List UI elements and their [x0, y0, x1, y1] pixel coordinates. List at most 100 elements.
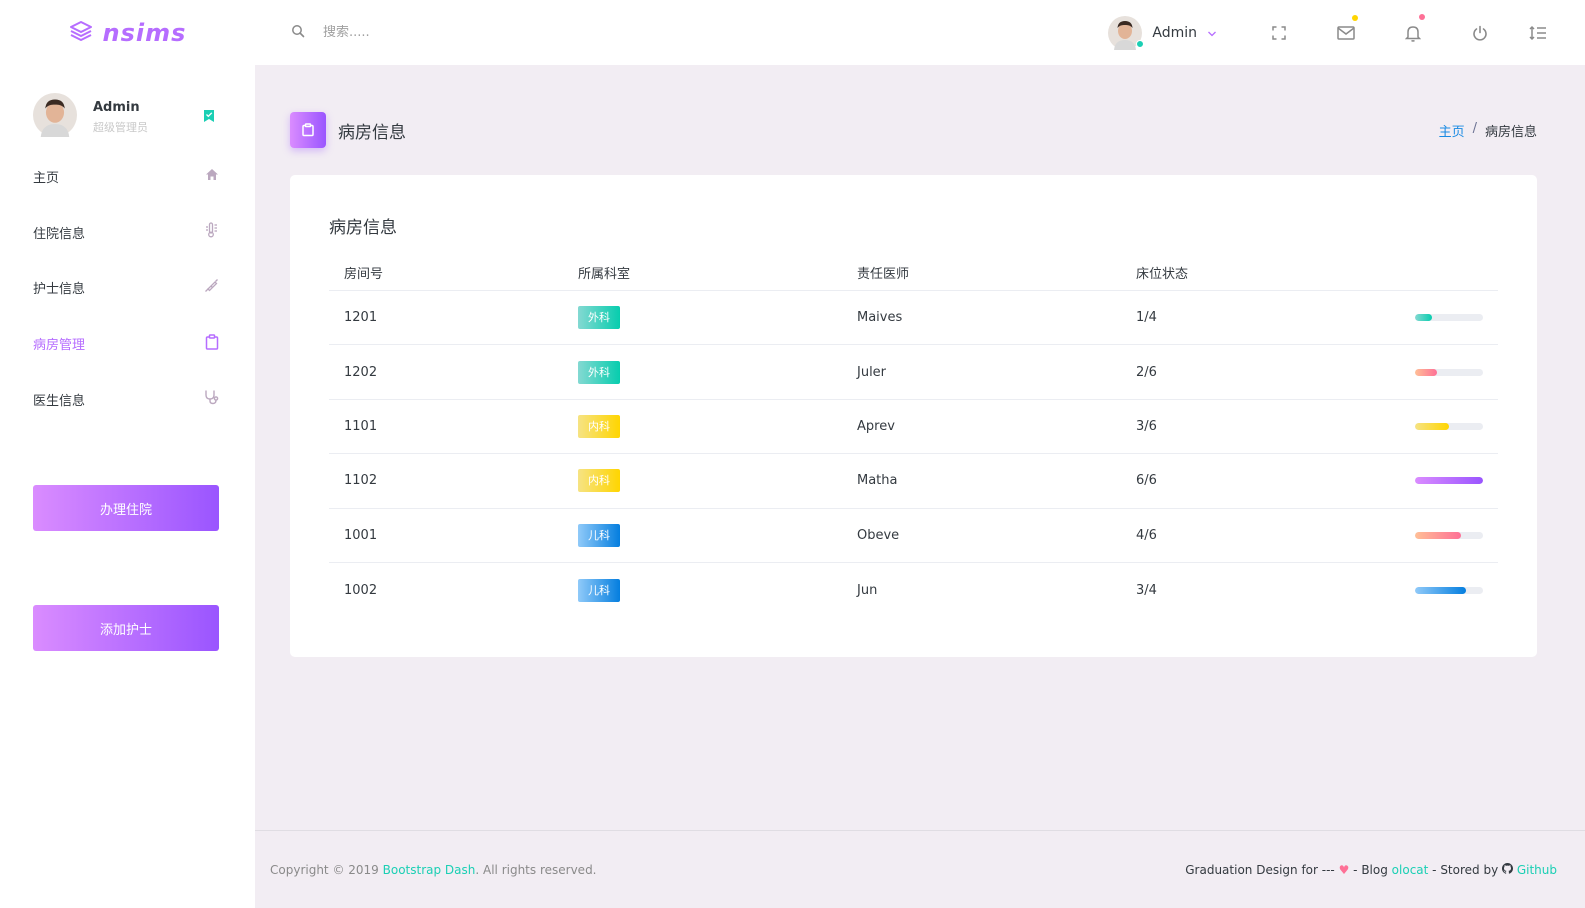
heart-icon: ♥ [1338, 862, 1350, 877]
bell-icon[interactable] [1379, 0, 1446, 65]
footer-credits: Graduation Design for --- ♥ - Blog oloca… [1185, 862, 1557, 877]
github-link[interactable]: Github [1517, 863, 1557, 877]
blog-link[interactable]: olocat [1392, 863, 1429, 877]
department-badge: 内科 [578, 414, 620, 438]
search-icon [291, 23, 305, 42]
bell-notification-dot [1419, 14, 1425, 20]
search-bar [291, 23, 991, 42]
bed-occupancy-progress [1415, 314, 1483, 322]
progress-fill [1415, 586, 1466, 594]
progress-fill [1415, 314, 1432, 322]
bootstrap-dash-link[interactable]: Bootstrap Dash [383, 863, 476, 877]
page-header: 病房信息 [290, 112, 406, 148]
mail-notification-dot [1352, 15, 1358, 21]
sidebar: Admin 超级管理员 主页 住院信息 护士信息 病房管理 医生信息 办理住院 … [0, 65, 255, 908]
progress-fill [1415, 422, 1449, 430]
page-title: 病房信息 [338, 122, 406, 143]
column-header: 床位状态 [1136, 267, 1189, 282]
brand-logo[interactable]: nsims [0, 19, 255, 47]
bookmark-check-icon [203, 108, 215, 127]
department-badge: 外科 [578, 360, 620, 384]
table-row[interactable]: 1002 儿科 Jun 3/4 [329, 563, 1498, 617]
room-number: 1002 [344, 582, 378, 598]
column-header: 所属科室 [578, 267, 631, 282]
table-row[interactable]: 1202 外科 Juler 2/6 [329, 345, 1498, 400]
chevron-down-icon [1207, 23, 1217, 42]
column-header: 房间号 [344, 267, 384, 282]
sidebar-item-wards[interactable]: 病房管理 [0, 316, 255, 372]
bed-status: 3/4 [1136, 582, 1157, 598]
doctor-name: Obeve [857, 527, 900, 543]
ward-info-card: 病房信息 房间号 所属科室 责任医师 床位状态 1201 外科 Maives 1/4 1… [290, 175, 1537, 657]
copyright-text: Copyright © 2019 [270, 862, 383, 877]
bed-occupancy-progress [1415, 368, 1483, 376]
sidebar-item-doctors[interactable]: 医生信息 [0, 371, 255, 427]
bed-occupancy-progress [1415, 477, 1483, 485]
page-clipboard-icon [290, 112, 326, 148]
bed-status: 6/6 [1136, 473, 1157, 489]
doctor-name: Aprev [857, 418, 895, 434]
breadcrumb-separator: / [1472, 121, 1477, 136]
ward-table: 房间号 所属科室 责任医师 床位状态 1201 外科 Maives 1/4 1202 外科… [329, 255, 1498, 617]
table-row[interactable]: 1001 儿科 Obeve 4/6 [329, 509, 1498, 563]
breadcrumb-home-link[interactable]: 主页 [1439, 121, 1465, 140]
sidebar-nav: 主页 住院信息 护士信息 病房管理 医生信息 [0, 149, 255, 427]
bed-occupancy-progress [1415, 422, 1483, 430]
sidebar-item-home[interactable]: 主页 [0, 149, 255, 205]
room-number: 1201 [344, 310, 378, 326]
doctor-name: Matha [857, 473, 898, 489]
table-row[interactable]: 1102 内科 Matha 6/6 [329, 454, 1498, 509]
clipboard-icon [205, 333, 219, 354]
doctor-name: Maives [857, 310, 903, 326]
add-nurse-button[interactable]: 添加护士 [33, 605, 219, 651]
rights-text: . All rights reserved. [475, 862, 597, 877]
column-header: 责任医师 [857, 267, 910, 282]
power-icon[interactable] [1446, 0, 1513, 65]
room-number: 1001 [344, 527, 378, 543]
search-input[interactable] [323, 25, 623, 40]
room-number: 1102 [344, 473, 378, 489]
bed-status: 2/6 [1136, 364, 1157, 380]
progress-fill [1415, 368, 1438, 376]
avatar [1108, 15, 1145, 50]
design-text: Graduation Design for --- [1185, 862, 1335, 877]
room-number: 1101 [344, 418, 378, 434]
stethoscope-icon [204, 389, 219, 409]
doctor-name: Juler [857, 364, 887, 380]
table-body: 1201 外科 Maives 1/4 1202 外科 Juler 2/6 1101 内科 Aprev… [329, 291, 1498, 617]
menu-toggle-icon[interactable] [1513, 0, 1563, 65]
room-number: 1202 [344, 364, 378, 380]
breadcrumb: 主页 / 病房信息 [1439, 121, 1537, 140]
mail-icon[interactable] [1312, 0, 1379, 65]
doctor-name: Jun [857, 582, 878, 598]
admit-patient-button[interactable]: 办理住院 [33, 485, 219, 531]
table-row[interactable]: 1201 外科 Maives 1/4 [329, 291, 1498, 346]
sidebar-avatar [33, 93, 77, 141]
breadcrumb-current: 病房信息 [1484, 125, 1537, 140]
sidebar-profile-name: Admin [93, 99, 140, 115]
sidebar-item-label: 病房管理 [33, 338, 86, 354]
blog-text: - Blog [1349, 862, 1392, 877]
sidebar-profile[interactable]: Admin 超级管理员 [0, 65, 255, 149]
department-badge: 儿科 [578, 523, 620, 547]
footer: Copyright © 2019 Bootstrap Dash. All rig… [255, 830, 1585, 908]
profile-name: Admin [1152, 24, 1197, 41]
department-badge: 外科 [578, 306, 620, 330]
progress-fill [1415, 531, 1461, 539]
sidebar-item-label: 护士信息 [33, 282, 86, 298]
table-row[interactable]: 1101 内科 Aprev 3/6 [329, 400, 1498, 455]
top-navbar: nsims Admin [0, 0, 1585, 65]
layers-icon [69, 20, 93, 46]
stored-text: - Stored by [1428, 862, 1502, 877]
syringe-icon [204, 278, 219, 297]
fullscreen-icon[interactable] [1245, 0, 1312, 65]
sidebar-item-label: 医生信息 [33, 393, 86, 409]
main-content: 病房信息 主页 / 病房信息 病房信息 房间号 所属科室 责任医师 床位状态 1… [255, 65, 1585, 908]
bed-occupancy-progress [1415, 531, 1483, 539]
sidebar-item-label: 住院信息 [33, 226, 86, 242]
department-badge: 内科 [578, 469, 620, 493]
sidebar-item-inpatient[interactable]: 住院信息 [0, 205, 255, 261]
department-badge: 儿科 [578, 578, 620, 602]
sidebar-item-nurses[interactable]: 护士信息 [0, 260, 255, 316]
profile-dropdown[interactable]: Admin [1108, 15, 1217, 50]
